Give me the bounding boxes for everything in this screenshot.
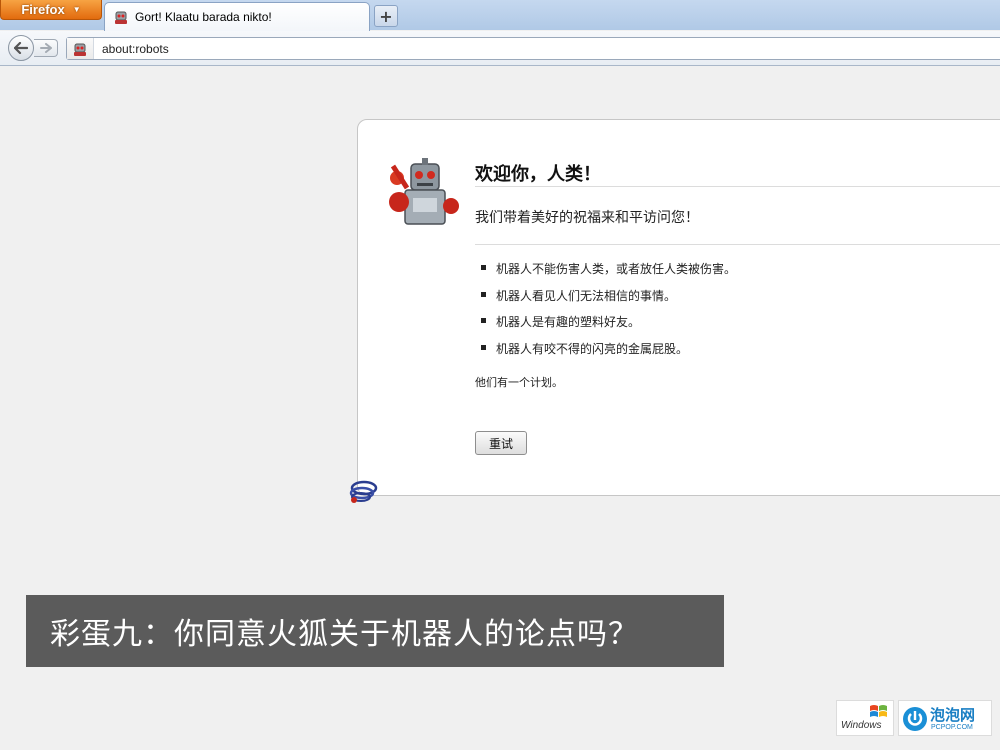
plus-icon: + bbox=[379, 6, 393, 26]
firefox-menu-button[interactable]: Firefox ▼ bbox=[0, 0, 102, 20]
firefox-menu-label: Firefox bbox=[21, 2, 65, 17]
tab-title: Gort! Klaatu barada nikto! bbox=[135, 10, 272, 24]
windows-logo-text: Windows bbox=[841, 720, 882, 731]
bullet-icon bbox=[481, 291, 486, 297]
pcpop-name: 泡泡网 bbox=[930, 706, 976, 724]
forward-arrow-icon bbox=[39, 43, 52, 53]
robot-illustration-icon bbox=[389, 158, 459, 225]
divider bbox=[475, 186, 1000, 187]
try-again-button[interactable]: 重试 bbox=[475, 431, 527, 455]
list-item-text: 机器人是有趣的塑料好友。 bbox=[496, 315, 641, 329]
divider bbox=[475, 244, 1000, 245]
back-button[interactable] bbox=[8, 35, 34, 61]
caption-text: 彩蛋九：你同意火狐关于机器人的论点吗？ bbox=[50, 617, 639, 652]
site-identity-button[interactable] bbox=[67, 38, 94, 59]
windows-logo: Windows bbox=[836, 700, 894, 736]
robot-spring-icon[interactable] bbox=[348, 478, 378, 506]
bullet-icon bbox=[481, 318, 486, 323]
list-item-text: 机器人看见人们无法相信的事情。 bbox=[496, 288, 677, 303]
url-bar[interactable]: about:robots bbox=[66, 37, 1000, 60]
pcpop-logo: 泡泡网 PCPOP.COM bbox=[898, 700, 992, 736]
pcpop-domain: PCPOP.COM bbox=[931, 724, 973, 731]
windows-flag-icon bbox=[870, 705, 887, 717]
bullet-icon bbox=[481, 344, 486, 350]
page-title: 欢迎你，人类！ bbox=[475, 164, 601, 185]
list-item: 机器人是有趣的塑料好友。 bbox=[475, 313, 736, 340]
tab-robots[interactable]: Gort! Klaatu barada nikto! bbox=[104, 2, 370, 31]
pcpop-circle-icon bbox=[903, 707, 927, 731]
new-tab-button[interactable]: + bbox=[374, 5, 398, 27]
page-subtitle: 我们带着美好的祝福来和平访问您！ bbox=[475, 210, 699, 226]
robot-favicon-icon bbox=[115, 11, 127, 24]
url-text[interactable]: about:robots bbox=[102, 42, 169, 56]
list-item: 机器人不能伤害人类，或者放任人类被伤害。 bbox=[475, 260, 736, 287]
robot-laws-list: 机器人不能伤害人类，或者放任人类被伤害。 机器人看见人们无法相信的事情。 机器人… bbox=[475, 260, 736, 366]
back-arrow-icon bbox=[14, 42, 28, 54]
navigation-toolbar: about:robots bbox=[0, 31, 1000, 66]
dropdown-arrow-icon: ▼ bbox=[72, 5, 81, 14]
bullet-icon bbox=[481, 265, 486, 270]
list-item-text: 机器人有咬不得的闪亮的金属屁股。 bbox=[496, 341, 689, 356]
list-item: 机器人有咬不得的闪亮的金属屁股。 bbox=[475, 340, 736, 367]
plan-text: 他们有一个计划。 bbox=[475, 376, 563, 389]
forward-button[interactable] bbox=[34, 39, 58, 57]
tab-strip: Firefox ▼ Gort! Klaatu barada nikto! + bbox=[0, 0, 1000, 31]
robots-page-card: 欢迎你，人类！ 我们带着美好的祝福来和平访问您！ 机器人不能伤害人类，或者放任人… bbox=[357, 119, 1000, 496]
caption-band: 彩蛋九：你同意火狐关于机器人的论点吗？ bbox=[26, 595, 724, 667]
robot-favicon-icon bbox=[74, 43, 86, 56]
list-item: 机器人看见人们无法相信的事情。 bbox=[475, 287, 736, 314]
list-item-text: 机器人不能伤害人类，或者放任人类被伤害。 bbox=[496, 262, 737, 276]
